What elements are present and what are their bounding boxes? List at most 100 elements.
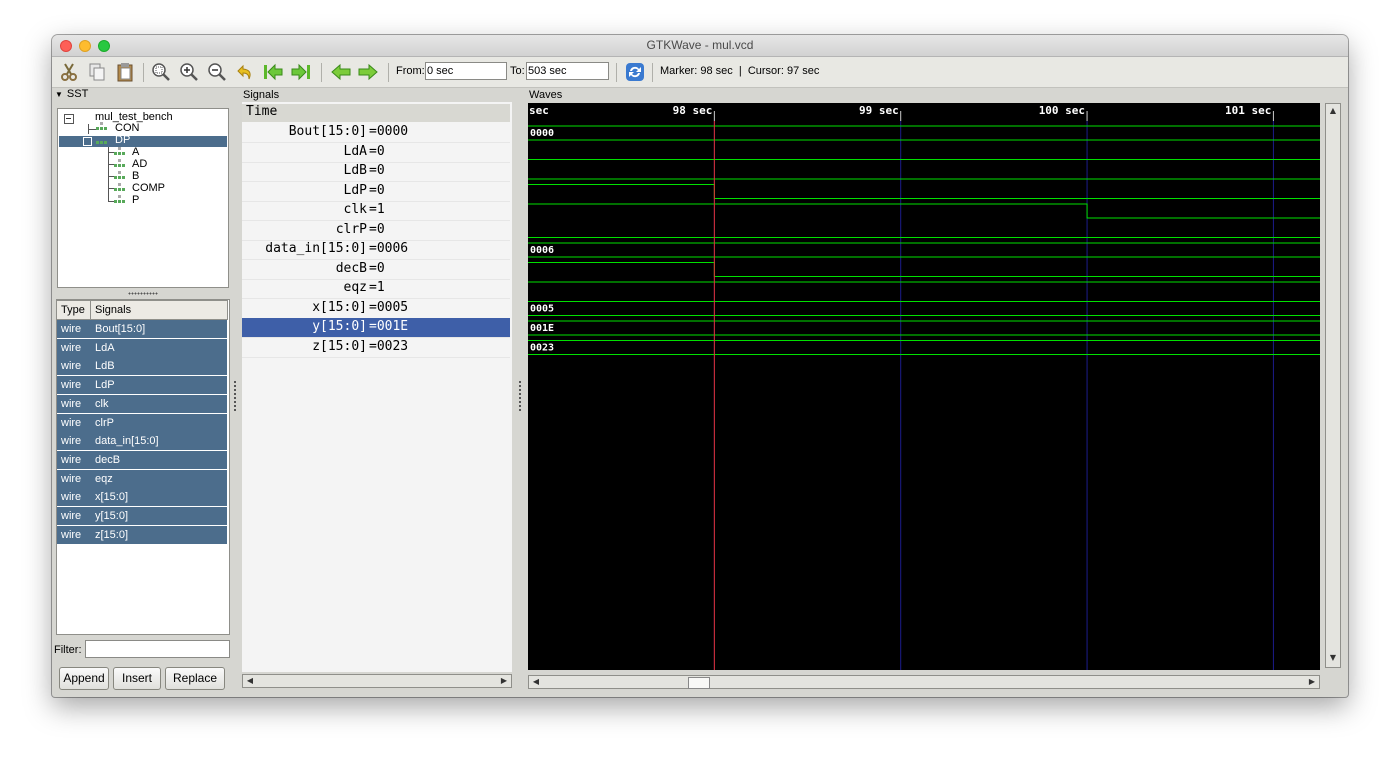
tree-item-comp[interactable]: COMP (132, 182, 165, 194)
waves-hscrollbar[interactable]: ◀ ▶ (528, 675, 1320, 689)
signal-list-row[interactable]: wire LdA (57, 338, 227, 357)
scroll-right-icon[interactable]: ▶ (498, 676, 510, 686)
module-icon (114, 147, 132, 156)
expander-down-icon[interactable]: ▼ (55, 90, 63, 99)
scroll-right-icon[interactable]: ▶ (1306, 677, 1318, 687)
tree-item-b[interactable]: B (132, 170, 139, 182)
signal-row-value: =001E (369, 319, 409, 334)
signal-row[interactable]: LdA =0 (242, 143, 510, 163)
collapse-icon[interactable] (64, 114, 74, 124)
pane-resize-handle[interactable] (519, 381, 521, 413)
signal-list-row[interactable]: wire x[15:0] (57, 488, 227, 507)
tree-item-p[interactable]: P (132, 194, 139, 206)
tree-item-dp[interactable]: DP (115, 134, 130, 146)
cut-icon[interactable] (58, 61, 80, 83)
reload-icon[interactable] (624, 61, 646, 83)
signals-hscrollbar[interactable]: ◀ ▶ (242, 674, 512, 688)
copy-icon[interactable] (86, 61, 108, 83)
tree-item-ad[interactable]: AD (132, 158, 147, 170)
pane-resize-handle[interactable] (234, 381, 236, 413)
scroll-thumb[interactable] (688, 677, 710, 689)
from-label: From: (396, 65, 425, 77)
undo-icon[interactable] (234, 61, 256, 83)
signal-type: wire (61, 435, 82, 448)
column-signals[interactable]: Signals (95, 304, 131, 316)
bit-trace (528, 184, 1320, 199)
last-icon[interactable] (290, 61, 312, 83)
signal-list-row[interactable]: wire clrP (57, 413, 227, 432)
column-type[interactable]: Type (61, 304, 85, 316)
zoom-fit-icon[interactable] (150, 61, 172, 83)
insert-button[interactable]: Insert (113, 667, 161, 690)
signal-row-name: decB (335, 260, 367, 276)
first-icon[interactable] (262, 61, 284, 83)
signal-list-row[interactable]: wire eqz (57, 469, 227, 488)
signal-list-row[interactable]: wire Bout[15:0] (57, 320, 227, 338)
filter-input[interactable] (85, 640, 230, 658)
bit-trace (528, 262, 1320, 277)
next-icon[interactable] (357, 61, 379, 83)
signal-name: Bout[15:0] (95, 323, 146, 335)
scroll-up-icon[interactable]: ▲ (1327, 106, 1339, 116)
scroll-left-icon[interactable]: ◀ (530, 677, 542, 687)
tick-label: 98 sec (673, 104, 713, 117)
signal-row[interactable]: y[15:0] =001E (242, 318, 510, 338)
tree-item-a[interactable]: A (132, 146, 139, 158)
signal-name: clrP (95, 416, 114, 429)
waves-canvas[interactable]: sec 98 sec 99 sec 100 sec 101 sec 0000 0006 000… (528, 103, 1320, 670)
signal-row-value: =1 (369, 280, 385, 295)
signal-row[interactable]: LdB =0 (242, 162, 510, 182)
scroll-down-icon[interactable]: ▼ (1327, 653, 1339, 663)
window-title: GTKWave - mul.vcd (646, 38, 754, 52)
append-button[interactable]: Append (59, 667, 109, 690)
signal-row-name: clrP (335, 221, 367, 237)
toolbar-separator (652, 63, 653, 82)
zoom-out-icon[interactable] (206, 61, 228, 83)
signal-row[interactable]: x[15:0] =0005 (242, 299, 510, 319)
signal-type: wire (61, 528, 82, 541)
signal-list-row[interactable]: wire LdP (57, 376, 227, 395)
signal-row[interactable]: clk =1 (242, 201, 510, 221)
signal-row-name: eqz (343, 280, 367, 295)
signal-name: data_in[15:0] (95, 435, 159, 448)
zoom-in-icon[interactable] (178, 61, 200, 83)
signal-type: wire (61, 453, 82, 466)
signal-row[interactable]: decB =0 (242, 260, 510, 280)
signal-type: wire (61, 491, 82, 504)
signal-row-name: x[15:0] (312, 299, 367, 315)
module-icon (114, 171, 132, 180)
signal-name: z[15:0] (95, 528, 129, 541)
signal-row[interactable]: z[15:0] =0023 (242, 338, 510, 358)
signal-row[interactable]: LdP =0 (242, 182, 510, 202)
signal-row[interactable]: eqz =1 (242, 279, 510, 299)
signal-row-value: =0 (369, 143, 385, 159)
signal-list-row[interactable]: wire clk (57, 394, 227, 413)
signal-row[interactable]: Bout[15:0] =0000 (242, 123, 510, 143)
prev-icon[interactable] (330, 61, 352, 83)
signal-name: y[15:0] (95, 510, 129, 522)
signal-list-row[interactable]: wire y[15:0] (57, 507, 227, 525)
signal-row[interactable]: data_in[15:0] =0006 (242, 240, 510, 260)
signal-name: x[15:0] (95, 491, 129, 504)
signal-list-row[interactable]: wire data_in[15:0] (57, 432, 227, 451)
signal-type: wire (61, 323, 82, 335)
signal-row-name: z[15:0] (312, 338, 367, 354)
collapse-icon[interactable] (83, 137, 92, 146)
replace-button[interactable]: Replace (165, 667, 225, 690)
waves-vscrollbar[interactable]: ▲ ▼ (1325, 103, 1341, 668)
signal-list-row[interactable]: wire decB (57, 450, 227, 469)
signal-row-name: LdA (343, 143, 367, 159)
paste-icon[interactable] (114, 61, 136, 83)
signal-list-row[interactable]: wire z[15:0] (57, 525, 227, 544)
module-icon (114, 183, 132, 192)
from-input[interactable]: 0 sec (425, 62, 507, 80)
signal-list-row[interactable]: wire LdB (57, 357, 227, 376)
scroll-left-icon[interactable]: ◀ (244, 676, 256, 686)
signal-row[interactable]: clrP =0 (242, 221, 510, 241)
pane-resize-handle[interactable] (128, 292, 158, 295)
tree-item-con[interactable]: CON (115, 122, 139, 134)
marker-cursor-readout: Marker: 98 sec | Cursor: 97 sec (660, 65, 820, 77)
waveform-display[interactable]: sec 98 sec 99 sec 100 sec 101 sec 0000 0006 000… (528, 103, 1320, 670)
tick-label: 101 sec (1225, 104, 1271, 117)
to-input[interactable]: 503 sec (526, 62, 609, 80)
